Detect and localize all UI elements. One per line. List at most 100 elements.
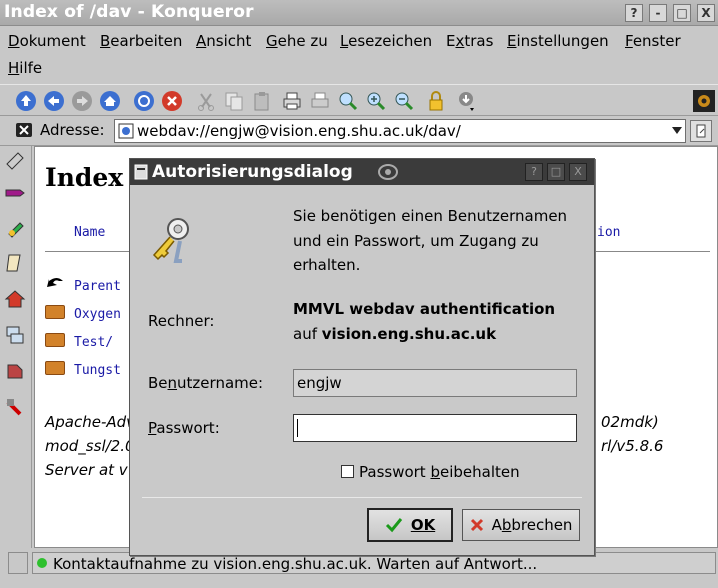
menu-extras[interactable]: Extras [446, 32, 493, 50]
clear-location-icon[interactable] [16, 123, 32, 137]
print-preview-icon[interactable] [308, 89, 332, 113]
password-label: Passwort: [148, 419, 220, 437]
download-icon[interactable] [454, 89, 478, 113]
server-footer-right-2: rl/v5.8.6 [601, 437, 664, 455]
back-arrow-icon[interactable] [42, 89, 66, 113]
list-item-parent[interactable]: Parent [74, 279, 121, 294]
stop-icon[interactable] [160, 89, 184, 113]
minimize-button[interactable]: - [649, 4, 667, 22]
dialog-separator [142, 497, 582, 498]
menu-einstellungen[interactable]: Einstellungen [507, 32, 609, 50]
copy-icon[interactable] [222, 89, 246, 113]
up-arrow-icon[interactable] [14, 89, 38, 113]
location-bar: Adresse: webdav://engjw@vision.eng.shu.a… [0, 116, 718, 146]
dialog-maximize-button[interactable]: □ [547, 163, 565, 181]
forward-arrow-icon[interactable] [70, 89, 94, 113]
header-divider [45, 251, 140, 252]
window-titlebar[interactable]: Index of /dav - Konqueror ? - □ X [0, 0, 718, 26]
zoom-out-icon[interactable] [392, 89, 416, 113]
main-toolbar [0, 84, 718, 116]
server-footer-right-1: 02mdk) [601, 413, 659, 431]
sidebar-services-icon[interactable] [4, 360, 26, 382]
reload-icon[interactable] [132, 89, 156, 113]
cancel-label: Abbrechen [491, 516, 573, 534]
list-item-oxygen[interactable]: Oxygen [74, 307, 121, 322]
busy-gear-icon [692, 89, 716, 113]
menu-bar: Dokument Bearbeiten Ansicht Gehe zu Lese… [0, 28, 718, 84]
server-footer-line-1: Apache-Adv [45, 413, 136, 431]
dialog-help-button[interactable]: ? [525, 163, 543, 181]
paste-icon[interactable] [250, 89, 274, 113]
dialog-message-line-1: Sie benötigen einen Benutzernamen [293, 207, 568, 225]
url-input[interactable]: webdav://engjw@vision.eng.shu.ac.uk/dav/ [114, 119, 686, 143]
menu-fenster[interactable]: Fenster [625, 32, 681, 50]
sidebar-history-icon[interactable] [4, 218, 26, 240]
help-button[interactable]: ? [625, 4, 643, 22]
text-cursor [297, 419, 298, 437]
menu-bearbeiten[interactable]: Bearbeiten [100, 32, 182, 50]
cancel-button[interactable]: Abbrechen [462, 509, 580, 541]
zoom-in-icon[interactable] [364, 89, 388, 113]
close-button[interactable]: X [697, 4, 715, 22]
dialog-message-line-2: und ein Passwort, um Zugang zu [293, 232, 539, 250]
print-icon[interactable] [280, 89, 304, 113]
list-item-test[interactable]: Test/ [74, 335, 113, 350]
folder-icon [45, 361, 65, 375]
authorization-dialog: Autorisierungsdialog ? □ X Sie benötigen… [129, 158, 595, 556]
menu-hilfe[interactable]: Hilfe [8, 59, 42, 77]
sidebar-network-icon[interactable] [4, 324, 26, 346]
server-footer-line-3: Server at v [45, 461, 128, 479]
folder-icon [45, 305, 65, 319]
folder-icon [45, 333, 65, 347]
ok-label: OK [410, 516, 436, 534]
url-text: webdav://engjw@vision.eng.shu.ac.uk/dav/ [137, 122, 461, 140]
dialog-close-button[interactable]: X [569, 163, 587, 181]
dialog-titlebar[interactable]: Autorisierungsdialog ? □ X [130, 159, 594, 185]
dialog-title: Autorisierungsdialog [152, 162, 353, 182]
ok-button[interactable]: OK [367, 508, 453, 542]
dialog-app-icon [134, 164, 148, 180]
host-label: Rechner: [148, 312, 215, 330]
connection-indicator-icon [37, 558, 47, 568]
location-label: Adresse: [40, 121, 105, 139]
keys-icon [152, 218, 189, 263]
menu-lesezeichen[interactable]: Lesezeichen [340, 32, 432, 50]
sidebar-notes-icon[interactable] [4, 252, 26, 274]
keep-password-checkbox[interactable] [341, 465, 354, 478]
checkmark-icon [385, 518, 402, 533]
navigation-sidebar [0, 146, 32, 548]
username-label: Benutzername: [148, 374, 264, 392]
username-field[interactable]: engjw [293, 369, 577, 397]
go-button[interactable] [690, 120, 712, 142]
cancel-x-icon [470, 518, 483, 532]
zoom-icon[interactable] [336, 89, 360, 113]
column-header-name[interactable]: Name [74, 225, 105, 240]
menu-ansicht[interactable]: Ansicht [196, 32, 251, 50]
window-title: Index of /dav - Konqueror [4, 2, 254, 22]
keep-password-label[interactable]: Passwort beibehalten [359, 463, 520, 481]
menu-dokument[interactable]: Dokument [8, 32, 86, 50]
server-footer-line-2: mod_ssl/2.0 [45, 437, 135, 455]
sidebar-tools-icon[interactable] [4, 150, 26, 172]
cut-icon[interactable] [194, 89, 218, 113]
url-dropdown-button[interactable] [668, 120, 685, 142]
dialog-message-line-3: erhalten. [293, 256, 361, 274]
sidebar-home-icon[interactable] [4, 288, 26, 310]
maximize-button[interactable]: □ [673, 4, 691, 22]
sidebar-devices-icon[interactable] [4, 396, 26, 418]
password-field[interactable] [293, 414, 577, 442]
home-icon[interactable] [98, 89, 122, 113]
status-grip [8, 552, 28, 574]
lock-icon[interactable] [424, 89, 448, 113]
status-text: Kontaktaufnahme zu vision.eng.shu.ac.uk.… [53, 555, 538, 573]
host-line: auf vision.eng.shu.ac.uk [293, 325, 496, 343]
parent-directory-icon [47, 278, 63, 287]
page-icon [118, 123, 134, 139]
dialog-sticky-icon[interactable] [377, 162, 399, 182]
list-item-tungst[interactable]: Tungst [74, 363, 121, 378]
username-value: engjw [297, 374, 342, 392]
column-header-description[interactable]: ion [597, 225, 620, 240]
host-realm: MMVL webdav authentification [293, 300, 556, 318]
menu-gehe-zu[interactable]: Gehe zu [266, 32, 328, 50]
sidebar-bookmarks-icon[interactable] [4, 182, 26, 204]
